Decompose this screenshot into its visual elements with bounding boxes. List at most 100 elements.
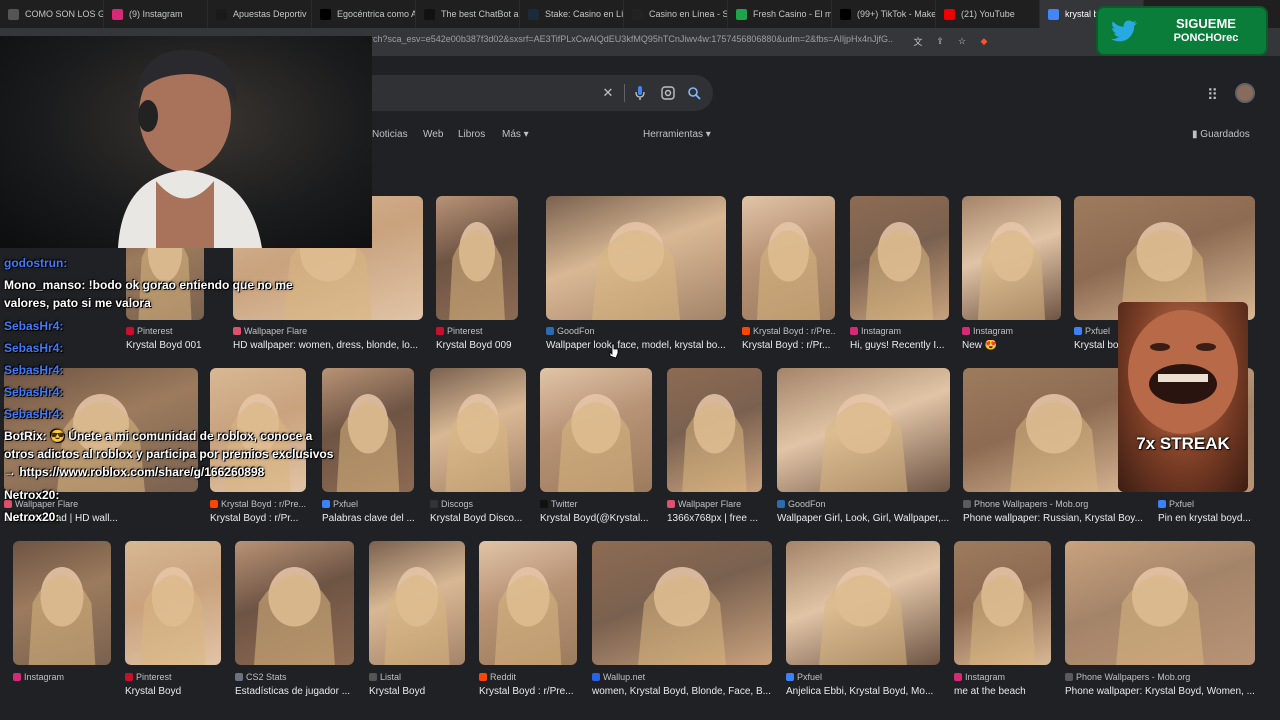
result-title[interactable]: Anjelica Ebbi, Krystal Boyd, Mo... — [786, 686, 944, 697]
image-result[interactable] — [436, 196, 518, 320]
tab-news[interactable]: Noticias — [372, 129, 408, 140]
image-result[interactable] — [369, 541, 465, 665]
image-result[interactable] — [954, 541, 1051, 665]
image-result[interactable] — [430, 368, 526, 492]
result-title[interactable]: Krystal Boyd(@Krystal... — [540, 513, 656, 524]
image-result[interactable] — [962, 196, 1061, 320]
browser-tab[interactable]: Apuestas Deportiv — [208, 0, 312, 28]
result-title[interactable]: Krystal Boyd — [125, 686, 225, 697]
browser-tab[interactable]: The best ChatBot ar — [416, 0, 520, 28]
result-title[interactable]: Krystal Boyd — [369, 686, 469, 697]
image-result[interactable] — [667, 368, 762, 492]
result-title[interactable]: Phone wallpaper: Russian, Krystal Boy... — [963, 513, 1149, 524]
saved-button[interactable]: ▮ Guardados — [1192, 129, 1250, 140]
image-result[interactable] — [235, 541, 354, 665]
result-title[interactable]: 1366x768px | free ... — [667, 513, 766, 524]
image-result[interactable] — [1065, 541, 1255, 665]
result-source[interactable]: Phone Wallpapers - Mob.org — [1065, 672, 1255, 682]
browser-tab[interactable]: Stake: Casino en Lír — [520, 0, 624, 28]
image-result[interactable] — [546, 196, 726, 320]
result-source[interactable]: CS2 Stats — [235, 672, 354, 682]
result-source[interactable]: Krystal Boyd : r/Pre... — [210, 499, 306, 509]
image-result[interactable] — [479, 541, 577, 665]
tab-books[interactable]: Libros — [458, 129, 485, 140]
result-title[interactable]: New 😍 — [962, 340, 1065, 351]
result-source[interactable]: Pxfuel — [786, 672, 940, 682]
result-source[interactable]: Wallpaper Flare — [233, 326, 423, 336]
browser-tab[interactable]: COMO SON LOS GI — [0, 0, 104, 28]
result-source[interactable]: Pinterest — [125, 672, 221, 682]
image-result[interactable] — [125, 541, 221, 665]
result-source[interactable]: Phone Wallpapers - Mob.org — [963, 499, 1145, 509]
result-source[interactable]: Listal — [369, 672, 465, 682]
image-result[interactable] — [850, 196, 949, 320]
result-source[interactable]: Instagram — [850, 326, 949, 336]
result-title[interactable]: Pin en krystal boyd... — [1158, 513, 1258, 524]
brave-icon[interactable]: ◆ — [976, 33, 992, 49]
avatar[interactable] — [1235, 83, 1255, 103]
result-title[interactable]: Wallpaper Girl, Look, Girl, Wallpaper,..… — [777, 513, 954, 524]
image-result[interactable] — [13, 541, 111, 665]
chat-message: → https://www.roblox.com/share/g/1662608… — [4, 465, 265, 479]
source-label: Instagram — [861, 326, 902, 336]
browser-tab[interactable]: Fresh Casino - El m — [728, 0, 832, 28]
browser-tab[interactable]: Egocéntrica como A — [312, 0, 416, 28]
result-source[interactable]: Krystal Boyd : r/Pre... — [742, 326, 835, 336]
image-result[interactable] — [322, 368, 414, 492]
result-title[interactable]: women, Krystal Boyd, Blonde, Face, B... — [592, 686, 776, 697]
result-title[interactable]: HD wallpaper: women, dress, blonde, lo..… — [233, 340, 427, 351]
lens-icon[interactable] — [660, 85, 676, 101]
result-title[interactable]: Krystal Boyd 009 — [436, 340, 522, 351]
result-source[interactable]: GoodFon — [777, 499, 950, 509]
result-source[interactable]: Instagram — [962, 326, 1061, 336]
browser-tab[interactable]: Casino en Línea - SI — [624, 0, 728, 28]
result-source[interactable]: Twitter — [540, 499, 652, 509]
tools-button[interactable]: Herramientas ▾ — [643, 129, 711, 140]
apps-icon[interactable]: ⠿ — [1207, 86, 1218, 104]
image-result[interactable] — [786, 541, 940, 665]
source-favicon-icon — [1158, 500, 1166, 508]
browser-tab[interactable]: (21) YouTube — [936, 0, 1040, 28]
result-source[interactable]: Pinterest — [436, 326, 518, 336]
search-icon[interactable] — [686, 85, 702, 101]
tab-web[interactable]: Web — [423, 129, 443, 140]
image-result[interactable] — [540, 368, 652, 492]
result-source[interactable]: Reddit — [479, 672, 577, 682]
source-label: Pxfuel — [333, 499, 359, 509]
image-result[interactable] — [742, 196, 835, 320]
clear-icon[interactable]: ✕ — [600, 85, 616, 101]
result-title[interactable]: Krystal Boyd : r/Pr... — [742, 340, 839, 351]
mic-icon[interactable] — [632, 85, 648, 101]
result-title[interactable]: Krystal Boyd : r/Pr... — [210, 513, 310, 524]
share-icon[interactable]: ⇪ — [932, 33, 948, 49]
result-title[interactable]: Krystal Boyd 001 — [126, 340, 208, 351]
url-field[interactable]: rch?sca_esv=e542e00b387f3d02&sxsrf=AE3Ti… — [370, 34, 910, 50]
image-result[interactable] — [777, 368, 950, 492]
result-source[interactable]: Pxfuel — [1158, 499, 1254, 509]
browser-tab[interactable]: (99+) TikTok - Make — [832, 0, 936, 28]
result-title[interactable]: Estadísticas de jugador ... — [235, 686, 358, 697]
result-title[interactable]: Hi, guys! Recently I... — [850, 340, 953, 351]
result-title[interactable]: Wallpaper look, face, model, krystal bo.… — [546, 340, 730, 351]
source-favicon-icon — [777, 500, 785, 508]
result-title[interactable]: Phone wallpaper: Krystal Boyd, Women, ..… — [1065, 686, 1259, 697]
result-title[interactable]: Palabras clave del ... — [322, 513, 418, 524]
result-source[interactable]: Pinterest — [126, 326, 204, 336]
tab-more[interactable]: Más ▾ — [502, 129, 529, 140]
result-source[interactable]: Discogs — [430, 499, 526, 509]
result-title[interactable]: Krystal Boyd Disco... — [430, 513, 530, 524]
result-source[interactable]: Pxfuel — [322, 499, 414, 509]
image-result[interactable] — [592, 541, 772, 665]
result-source[interactable]: Instagram — [13, 672, 111, 682]
tab-favicon-icon — [216, 8, 227, 20]
result-title[interactable]: me at the beach — [954, 686, 1055, 697]
browser-tab[interactable]: (9) Instagram — [104, 0, 208, 28]
result-source[interactable]: GoodFon — [546, 326, 726, 336]
result-title[interactable]: Krystal Boyd : r/Pre... — [479, 686, 581, 697]
bookmark-icon[interactable]: ☆ — [954, 33, 970, 49]
translate-icon[interactable]: 文 — [910, 33, 926, 49]
result-source[interactable]: Wallup.net — [592, 672, 772, 682]
result-source[interactable]: Instagram — [954, 672, 1051, 682]
result-source[interactable]: Wallpaper Flare — [667, 499, 762, 509]
chat-message: Netrox20: — [4, 510, 60, 524]
